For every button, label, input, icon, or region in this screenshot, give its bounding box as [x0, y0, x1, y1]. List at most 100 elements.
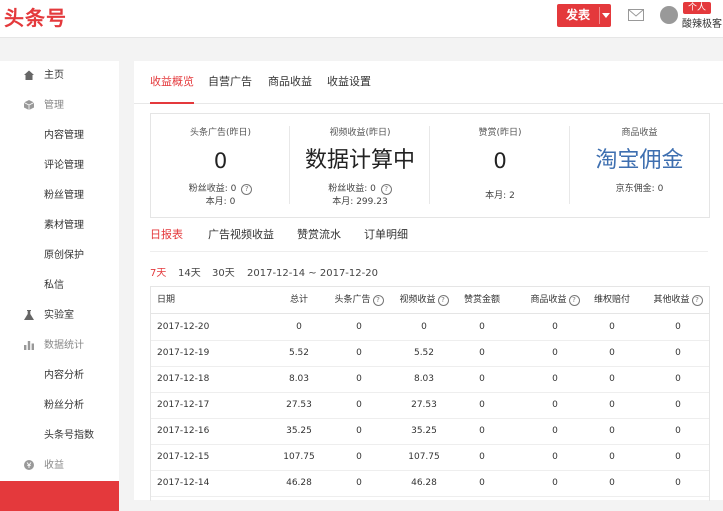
table-row: 2017-12-18 8.03 0 8.03 0 0 0 0	[151, 366, 709, 393]
tab-ad-video-revenue[interactable]: 广告视频收益	[208, 221, 274, 249]
value-cell: 46.28	[286, 478, 312, 488]
value-cell: 0	[675, 322, 681, 332]
value-cell: 0	[421, 322, 427, 332]
sidebar-item-5[interactable]: 素材管理	[0, 211, 119, 241]
sidebar-item-label: 内容分析	[44, 370, 84, 381]
help-icon[interactable]: ?	[568, 295, 580, 306]
sidebar-item-label: 管理	[44, 100, 64, 111]
jd-commission-value: 0	[657, 184, 664, 194]
range-7-days[interactable]: 7天	[150, 264, 166, 284]
value-cell: 8.03	[288, 374, 310, 384]
sidebar-item-10[interactable]: 内容分析	[0, 361, 119, 391]
sidebar-item-label: 粉丝管理	[44, 190, 84, 201]
coin-icon	[23, 459, 35, 474]
flask-icon	[23, 309, 35, 324]
value-cell: 0	[479, 348, 485, 358]
summary-panel: 头条广告(昨日) 0 粉丝收益: 0 ? 本月: 0 视频收益(昨日) 数据计算…	[150, 113, 710, 218]
home-icon	[23, 69, 35, 84]
cube-icon	[23, 99, 35, 114]
report-tabs: 日报表 广告视频收益 赞赏流水 订单明细	[150, 221, 708, 252]
value-cell: 0	[609, 348, 615, 358]
main-panel: 收益概览 自营广告 商品收益 收益设置 头条广告(昨日) 0 粉丝收益: 0 ?…	[134, 61, 723, 501]
value-cell: 0	[552, 478, 558, 488]
value-cell: 0	[356, 478, 362, 488]
range-30-days[interactable]: 30天	[212, 264, 235, 284]
value-cell: 0	[356, 426, 362, 436]
date-cell: 2017-12-14	[157, 478, 210, 488]
summary-ad: 头条广告(昨日) 0 粉丝收益: 0 ? 本月: 0	[151, 114, 290, 217]
sidebar-item-label: 评论管理	[44, 160, 84, 171]
value-cell: 0	[609, 478, 615, 488]
value-cell: 0	[675, 426, 681, 436]
value-cell: 0	[609, 452, 615, 462]
help-icon[interactable]: ?	[437, 295, 449, 306]
publish-button[interactable]: 发表	[557, 4, 611, 27]
tab-goods-revenue[interactable]: 商品收益	[268, 61, 312, 103]
date-cell: 2017-12-15	[157, 452, 210, 462]
sidebar-item-label: 数据统计	[44, 340, 84, 351]
value-cell: 0	[552, 348, 558, 358]
column-header: 总计	[289, 295, 308, 305]
help-icon[interactable]: ?	[372, 295, 384, 306]
logo[interactable]: 头条号	[4, 2, 67, 31]
range-14-days[interactable]: 14天	[178, 264, 201, 284]
tab-order-detail[interactable]: 订单明细	[364, 221, 408, 249]
fans-revenue-label: 粉丝收益:	[328, 184, 368, 194]
summary-reward: 赞赏(昨日) 0 本月: 2	[430, 114, 570, 217]
tab-self-ads[interactable]: 自营广告	[208, 61, 252, 103]
value-cell: 27.53	[286, 400, 312, 410]
column-header: 日期	[157, 295, 176, 305]
fans-revenue-value: 0	[370, 184, 376, 194]
sidebar-item-11[interactable]: 粉丝分析	[0, 391, 119, 421]
sidebar-item-label: 主页	[44, 70, 64, 81]
sidebar-item-2[interactable]: 内容管理	[0, 121, 119, 151]
month-label: 本月:	[485, 191, 507, 201]
username[interactable]: 酸辣极客	[682, 15, 722, 30]
sidebar-item-label: 素材管理	[44, 220, 84, 231]
sidebar-item-6[interactable]: 原创保护	[0, 241, 119, 271]
table-row: 2017-12-16 35.25 0 35.25 0 0 0 0	[151, 418, 709, 445]
date-cell: 2017-12-16	[157, 426, 210, 436]
tab-daily-report[interactable]: 日报表	[150, 221, 183, 249]
value-cell: 0	[479, 374, 485, 384]
chevron-down-icon[interactable]	[602, 13, 610, 18]
sidebar-item-4[interactable]: 粉丝管理	[0, 181, 119, 211]
taobao-commission-link[interactable]: 淘宝佣金	[570, 147, 709, 175]
value-cell: 35.25	[411, 426, 437, 436]
table-row: 2017-12-17 27.53 0 27.53 0 0 0 0	[151, 392, 709, 419]
fans-revenue-value: 0	[230, 184, 237, 194]
table-header: 日期 总计 头条广告? 视频收益? 赞赏金额 商品收益? 维权赔付 其他收益?	[151, 287, 709, 314]
tab-revenue-overview[interactable]: 收益概览	[150, 61, 194, 104]
tab-revenue-settings[interactable]: 收益设置	[327, 61, 371, 103]
sidebar-item-7[interactable]: 私信	[0, 271, 119, 301]
sidebar-item-label: 实验室	[44, 310, 74, 321]
sidebar-item-8[interactable]: 实验室	[0, 301, 119, 331]
value-cell: 0	[675, 478, 681, 488]
tab-reward-flow[interactable]: 赞赏流水	[297, 221, 341, 249]
sidebar-item-12[interactable]: 头条号指数	[0, 421, 119, 451]
sidebar-item-0[interactable]: 主页	[0, 61, 119, 91]
value-cell: 0	[356, 322, 362, 332]
mail-icon[interactable]	[628, 9, 644, 21]
table-row: 2017-12-15 107.75 0 107.75 0 0 0 0	[151, 444, 709, 471]
sidebar-item-3[interactable]: 评论管理	[0, 151, 119, 181]
value-cell: 27.53	[411, 400, 437, 410]
value-cell: 8.03	[413, 374, 435, 384]
sidebar-item-label: 内容管理	[44, 130, 84, 141]
summary-goods-title: 商品收益	[621, 128, 658, 138]
value-cell: 0	[479, 426, 485, 436]
table-row: 2017-12-19 5.52 0 5.52 0 0 0 0	[151, 340, 709, 367]
value-cell: 0	[552, 400, 558, 410]
sidebar-item-14[interactable]	[0, 481, 119, 511]
table-row: 2017-12-20 0 0 0 0 0 0 0	[151, 314, 709, 341]
value-cell: 0	[675, 348, 681, 358]
summary-reward-value: 0	[493, 149, 507, 173]
month-value: 299.23	[356, 197, 388, 207]
value-cell: 0	[609, 374, 615, 384]
date-range-picker[interactable]: 2017-12-14 ~ 2017-12-20	[247, 264, 378, 284]
month-label: 本月:	[332, 197, 354, 207]
role-badge: 个人	[683, 2, 712, 14]
help-icon[interactable]: ?	[691, 295, 703, 306]
value-cell: 107.75	[283, 452, 315, 462]
avatar[interactable]	[660, 6, 678, 24]
